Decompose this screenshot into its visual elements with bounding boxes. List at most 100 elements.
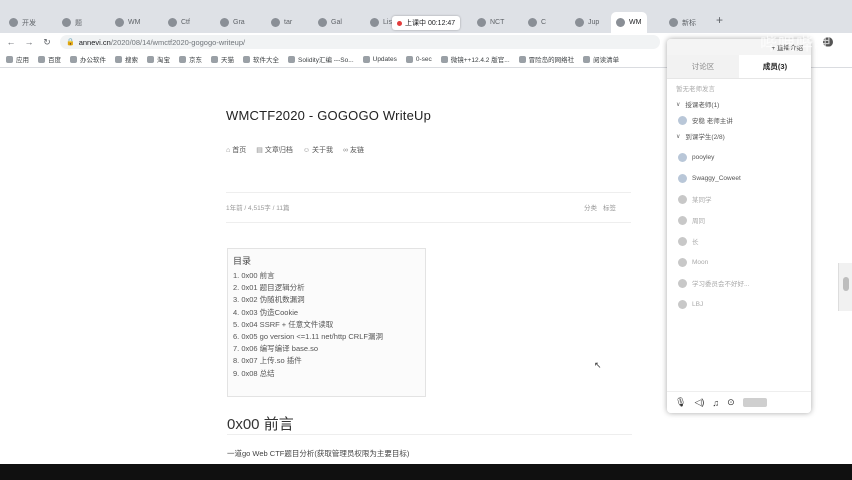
favicon-icon	[220, 18, 229, 27]
member-student[interactable]: Moon	[667, 255, 811, 269]
bookmark-label: Updates	[372, 55, 397, 63]
bookmark-item[interactable]: 京东	[179, 54, 202, 64]
mouse-cursor-icon: ↖	[594, 360, 602, 370]
forward-arrow-icon[interactable]: →	[22, 37, 36, 47]
new-tab-button[interactable]: +	[716, 13, 723, 27]
post-title: WMCTF2020 - GOGOGO WriteUp	[226, 108, 432, 123]
tab-label: C	[541, 19, 547, 26]
nav-links-link[interactable]: ∞ 友链	[343, 145, 364, 155]
divider	[227, 434, 632, 435]
member-student[interactable]: 长	[667, 234, 811, 248]
divider	[226, 222, 631, 223]
bookmark-icon	[147, 55, 154, 63]
toc-item[interactable]: 8. 0x07 上传.so 插件	[233, 355, 420, 367]
lock-icon: 🔒	[66, 39, 75, 46]
toc-item[interactable]: 1. 0x00 前言	[233, 270, 420, 282]
volume-bar[interactable]	[742, 398, 767, 407]
bookmark-icon	[440, 55, 448, 63]
bookmark-icon	[38, 55, 45, 63]
tag-link[interactable]: 标签	[603, 202, 616, 212]
avatar	[678, 278, 687, 288]
tab-label: WM	[629, 19, 642, 26]
browser-tab[interactable]: Ctf	[163, 12, 195, 33]
group-teachers[interactable]: ∨ 授课老师(1)	[667, 97, 811, 111]
bookmark-item[interactable]: 搜索	[115, 54, 138, 64]
address-bar[interactable]: 🔒 annevi.cn /2020/08/14/wmctf2020-gogogo…	[60, 35, 660, 49]
browser-tab[interactable]: 开发	[4, 12, 36, 33]
avatar	[678, 115, 687, 125]
nav-about-link[interactable]: ☺ 关于我	[303, 145, 333, 155]
location-icon[interactable]: ⊙	[727, 397, 735, 408]
avatar	[678, 215, 687, 225]
tab-label: 开发	[22, 19, 36, 27]
browser-tab[interactable]: tar	[266, 12, 298, 33]
nav-archive-link[interactable]: ▤ 文章归档	[256, 145, 293, 155]
group-students[interactable]: ∨ 到课学生(2/8)	[667, 129, 811, 143]
bookmark-item[interactable]: 淘宝	[147, 54, 170, 64]
tab-members[interactable]: 成员(3)	[739, 55, 811, 78]
member-name: LBJ	[692, 300, 704, 308]
browser-tab[interactable]: Gal	[313, 12, 345, 33]
speaker-icon[interactable]: ◁)	[694, 397, 704, 408]
bookmark-item[interactable]: 阅读清单	[583, 54, 619, 64]
member-name: 周同	[692, 218, 705, 225]
bookmark-item[interactable]: 软件大全	[243, 54, 279, 64]
member-name: 某同学	[692, 197, 712, 204]
bookmark-item[interactable]: Solidity汇编 ---So...	[288, 54, 354, 64]
archive-icon: ▤	[256, 147, 263, 154]
toc-item[interactable]: 4. 0x03 伪造Cookie	[233, 307, 420, 319]
microphone-icon[interactable]: 🎙	[675, 397, 686, 408]
browser-tab[interactable]: Jup	[570, 12, 608, 33]
tab-label: 新标	[682, 19, 696, 27]
favicon-icon	[477, 18, 486, 27]
bookmark-icon	[179, 55, 186, 63]
member-student[interactable]: Swaggy_Coweet	[667, 171, 811, 185]
scroll-thumb[interactable]	[842, 277, 849, 291]
toc-item[interactable]: 9. 0x08 总结	[233, 368, 420, 380]
toc-item[interactable]: 5. 0x04 SSRF + 任意文件读取	[233, 319, 420, 331]
member-teacher[interactable]: 安稳 老师主讲	[667, 113, 811, 127]
bookmark-label: 0-sec	[415, 55, 432, 63]
toc-item[interactable]: 6. 0x05 go version <=1.11 net/http CRLF漏…	[233, 331, 420, 343]
bookmark-item[interactable]: 办公软件	[70, 54, 106, 64]
member-student[interactable]: LBJ	[667, 297, 811, 311]
recording-timer: 上课中 00:12:47	[405, 20, 456, 27]
bookmark-label: 微镜++12.4.2 版官...	[450, 57, 510, 64]
toc-item[interactable]: 3. 0x02 伪随机数漏洞	[233, 294, 420, 306]
member-student[interactable]: 学习委员会不好好...	[667, 276, 811, 290]
bookmark-item[interactable]: 微镜++12.4.2 版官...	[440, 54, 510, 64]
avatar	[678, 257, 687, 267]
video-bottom-strip	[0, 464, 852, 480]
home-icon: ⌂	[226, 146, 231, 154]
browser-tab[interactable]: 新标	[664, 12, 702, 33]
bookmark-item[interactable]: 冒险岛的网络社	[518, 54, 574, 64]
bookmark-item[interactable]: 0-sec	[405, 55, 432, 63]
favicon-icon	[370, 18, 379, 27]
bookmark-icon	[211, 55, 218, 63]
browser-tab[interactable]: Gra	[215, 12, 247, 33]
browser-tab[interactable]: NCT	[472, 12, 508, 33]
nav-home-link[interactable]: ⌂ 首页	[226, 145, 246, 155]
toc-item[interactable]: 7. 0x06 编写编译 base.so	[233, 343, 420, 355]
music-icon[interactable]: ♫	[712, 398, 719, 408]
bookmark-label: Solidity汇编 ---So...	[298, 57, 354, 64]
bookmark-item[interactable]: 应用	[6, 54, 29, 64]
watermark: 哔哩哔哩	[760, 35, 832, 54]
toc-item[interactable]: 2. 0x01 题目逻辑分析	[233, 282, 420, 294]
member-student[interactable]: 周同	[667, 213, 811, 227]
bookmark-item[interactable]: 天猫	[211, 54, 234, 64]
browser-tab[interactable]: WM	[110, 12, 142, 33]
browser-tab[interactable]: WM	[611, 12, 647, 33]
bookmark-item[interactable]: 百度	[38, 54, 61, 64]
category-link[interactable]: 分类	[584, 202, 597, 212]
member-student[interactable]: pooyley	[667, 150, 811, 164]
member-student[interactable]: 某同学	[667, 192, 811, 206]
side-scrollbar[interactable]	[838, 263, 852, 311]
browser-tab[interactable]: Lis	[365, 12, 395, 33]
bookmark-item[interactable]: Updates	[362, 55, 397, 63]
tab-discussion[interactable]: 讨论区	[667, 55, 739, 78]
browser-tab[interactable]: C	[523, 12, 557, 33]
reload-icon[interactable]: ↻	[40, 37, 54, 48]
browser-tab[interactable]: 题	[57, 12, 87, 33]
back-arrow-icon[interactable]: ←	[4, 37, 18, 47]
